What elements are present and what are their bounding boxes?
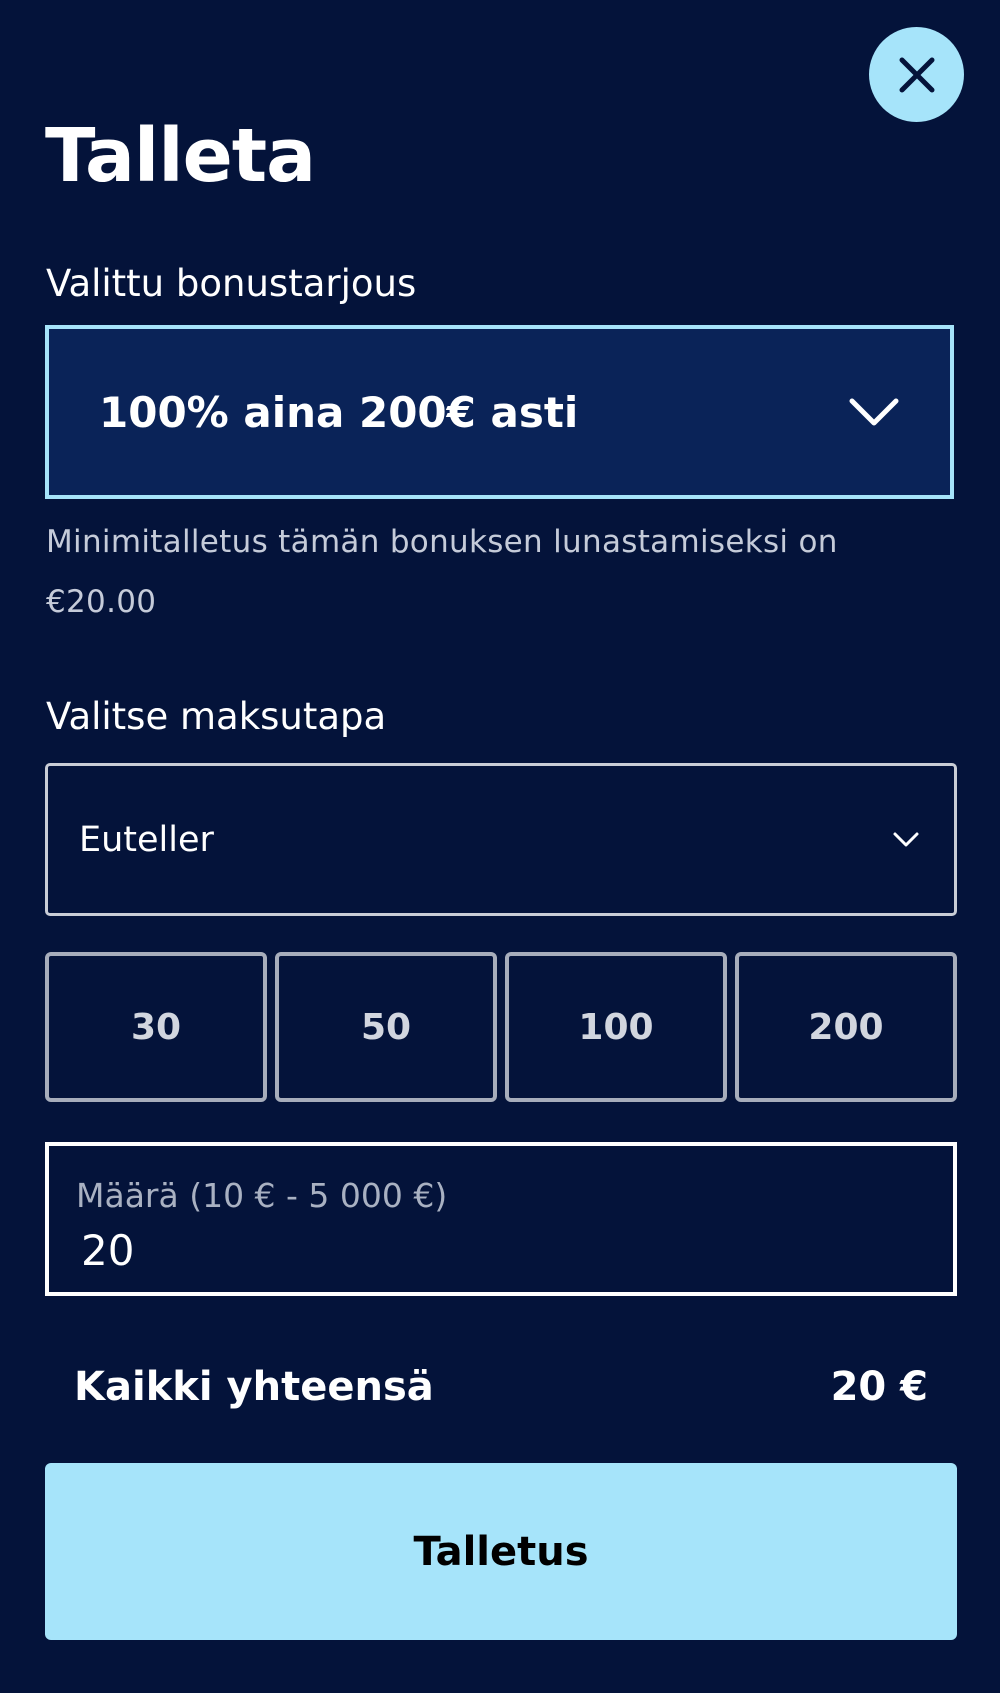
chevron-down-icon xyxy=(893,832,919,846)
amount-input-value[interactable]: 20 xyxy=(81,1226,134,1275)
quick-amount-200-button[interactable]: 200 xyxy=(735,952,957,1102)
payment-method-value: Euteller xyxy=(79,819,214,860)
bonus-minimum-hint: Minimitalletus tämän bonuksen lunastamis… xyxy=(46,524,838,620)
amount-input[interactable]: Määrä (10 € - 5 000 €) 20 xyxy=(45,1142,957,1296)
total-value: 20 € xyxy=(830,1364,928,1410)
deposit-screen: Talleta Valittu bonustarjous 100% aina 2… xyxy=(0,0,1000,1693)
bonus-selected-value: 100% aina 200€ asti xyxy=(99,387,579,437)
bonus-label: Valittu bonustarjous xyxy=(46,262,417,305)
page-title: Talleta xyxy=(45,113,316,199)
bonus-select[interactable]: 100% aina 200€ asti xyxy=(45,325,954,499)
quick-amount-30-button[interactable]: 30 xyxy=(45,952,267,1102)
quick-amount-100-button[interactable]: 100 xyxy=(505,952,727,1102)
quick-amount-50-button[interactable]: 50 xyxy=(275,952,497,1102)
close-button[interactable] xyxy=(869,27,964,122)
payment-method-label: Valitse maksutapa xyxy=(46,695,387,738)
payment-method-select[interactable]: Euteller xyxy=(45,763,957,916)
chevron-down-icon xyxy=(849,398,899,426)
amount-input-label: Määrä (10 € - 5 000 €) xyxy=(76,1176,448,1215)
close-icon xyxy=(899,57,934,92)
deposit-submit-button[interactable]: Talletus xyxy=(45,1463,957,1640)
total-label: Kaikki yhteensä xyxy=(74,1364,434,1410)
